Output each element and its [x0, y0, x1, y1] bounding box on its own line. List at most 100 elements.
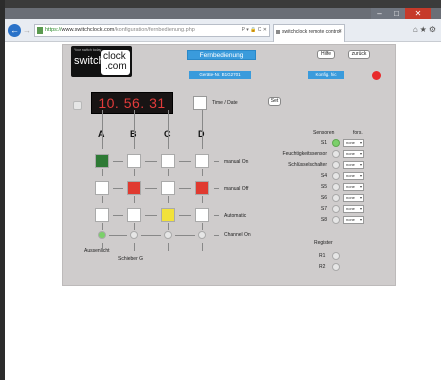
sensor-select[interactable]: none: [343, 183, 364, 191]
remote-control-panel: Your switch today switch clock .com Fern…: [62, 44, 396, 286]
sensor-label: S4: [320, 173, 327, 179]
date-checkbox[interactable]: [193, 96, 207, 110]
matrix-cell-d-1[interactable]: [195, 154, 209, 168]
sensor-select[interactable]: none: [343, 139, 364, 147]
row-label-3: Automatic: [224, 213, 247, 219]
help-button[interactable]: Hilfe: [317, 50, 335, 59]
back-arrow-icon[interactable]: ←: [8, 24, 21, 37]
device-badge: Geräte-Nr. B1G2701: [189, 71, 251, 79]
logo: Your switch today switch clock .com: [71, 46, 132, 77]
favicon-icon: [276, 30, 280, 34]
sensor-select[interactable]: none: [343, 194, 364, 202]
channel-on-indicator-d[interactable]: [198, 231, 206, 239]
row-dash: [214, 235, 219, 236]
channel-on-indicator-c[interactable]: [164, 231, 172, 239]
config-badge[interactable]: Konfig. hic: [308, 71, 344, 79]
row-label-2: manual Off: [224, 186, 249, 192]
matrix-connector: [168, 223, 169, 230]
matrix-connector: [202, 243, 203, 251]
matrix-cell-d-2[interactable]: [195, 181, 209, 195]
lock-icon: [37, 27, 43, 34]
row-dash: [214, 161, 219, 162]
matrix-connector: [168, 196, 169, 203]
url-scheme: https://: [45, 27, 62, 33]
row-label-1: manual On: [224, 159, 249, 165]
matrix-connector: [134, 196, 135, 203]
sensor-indicator[interactable]: [332, 194, 340, 202]
url-host: www.switchclock.com: [61, 27, 115, 33]
matrix-cell-b-1[interactable]: [127, 154, 141, 168]
close-window-button[interactable]: ✕: [405, 8, 431, 19]
sensor-indicator[interactable]: [332, 216, 340, 224]
sensor-label: Feuchtigkeitssensor: [282, 151, 327, 157]
window-titlebar[interactable]: – □ ✕: [5, 8, 441, 19]
matrix-cell-b-3[interactable]: [127, 208, 141, 222]
set-button[interactable]: Set: [268, 97, 281, 106]
sensor-label: S8: [320, 217, 327, 223]
matrix-connector: [168, 110, 169, 149]
matrix-connector: [134, 110, 135, 149]
browser-window: – □ ✕ ← → https://www.switchclock.com/ko…: [5, 8, 441, 380]
matrix-connector: [102, 196, 103, 203]
matrix-cell-a-3[interactable]: [95, 208, 109, 222]
register-title: Register: [314, 240, 333, 246]
matrix-connector: [102, 243, 103, 251]
address-bar[interactable]: https://www.switchclock.com/konfiguratio…: [34, 24, 270, 37]
sensor-indicator[interactable]: [332, 183, 340, 191]
page-viewport: Your switch today switch clock .com Fern…: [5, 42, 441, 380]
tab-close-icon[interactable]: ×: [338, 25, 342, 39]
sensor-select[interactable]: none: [343, 216, 364, 224]
register-row: R1: [319, 252, 359, 262]
matrix-connector: [102, 110, 103, 149]
register-indicator[interactable]: [332, 263, 340, 271]
row-dash: [214, 188, 219, 189]
sensor-indicator[interactable]: [332, 150, 340, 158]
matrix-cell-c-3[interactable]: [161, 208, 175, 222]
channel-b-label: Schieber G: [118, 256, 144, 262]
matrix-cell-c-2[interactable]: [161, 181, 175, 195]
page-title: Fernbedienung: [187, 50, 256, 60]
matrix-cell-d-3[interactable]: [195, 208, 209, 222]
home-icon[interactable]: ⌂: [413, 25, 420, 34]
sensor-label: Schlüsselschalter: [288, 162, 327, 168]
sensor-select[interactable]: none: [343, 205, 364, 213]
minimize-icon: –: [377, 9, 382, 18]
matrix-connector: [102, 169, 103, 176]
time-checkbox[interactable]: [73, 101, 82, 110]
star-icon[interactable]: ★: [420, 25, 429, 34]
sensor-select[interactable]: none: [343, 161, 364, 169]
matrix-connector: [134, 169, 135, 176]
sensor-indicator[interactable]: [332, 172, 340, 180]
forward-arrow-icon[interactable]: →: [23, 26, 32, 35]
sensor-select[interactable]: none: [343, 150, 364, 158]
register-label: R1: [319, 253, 326, 259]
register-indicator[interactable]: [332, 252, 340, 260]
matrix-cell-c-1[interactable]: [161, 154, 175, 168]
sensor-indicator[interactable]: [332, 139, 340, 147]
matrix-connector: [113, 188, 123, 189]
maximize-button[interactable]: □: [388, 8, 405, 19]
channel-on-indicator-a[interactable]: [98, 231, 106, 239]
matrix-connector: [179, 215, 191, 216]
browser-navbar: ← → https://www.switchclock.com/konfigur…: [5, 19, 441, 42]
sensor-indicator[interactable]: [332, 205, 340, 213]
sensor-row: S7 none: [253, 205, 393, 215]
address-tools[interactable]: P ▾ 🔒 C ✕: [242, 25, 267, 36]
matrix-cell-b-2[interactable]: [127, 181, 141, 195]
logo-box: clock .com: [101, 50, 130, 75]
desktop: – □ ✕ ← → https://www.switchclock.com/ko…: [0, 0, 441, 380]
back-button[interactable]: zurück: [348, 50, 370, 59]
matrix-cell-a-2[interactable]: [95, 181, 109, 195]
minimize-button[interactable]: –: [371, 8, 388, 19]
gear-icon[interactable]: ⚙: [429, 25, 438, 34]
row-label-4: Channel On: [224, 232, 251, 238]
browser-tab[interactable]: switchclock remote control ×: [273, 24, 345, 42]
channel-on-indicator-b[interactable]: [130, 231, 138, 239]
matrix-cell-a-1[interactable]: [95, 154, 109, 168]
toolbar-icons[interactable]: ⌂★⚙: [413, 25, 438, 34]
sensor-label: S6: [320, 195, 327, 201]
sensor-indicator[interactable]: [332, 161, 340, 169]
matrix-connector: [179, 188, 191, 189]
sensor-select[interactable]: none: [343, 172, 364, 180]
matrix-connector: [113, 215, 123, 216]
